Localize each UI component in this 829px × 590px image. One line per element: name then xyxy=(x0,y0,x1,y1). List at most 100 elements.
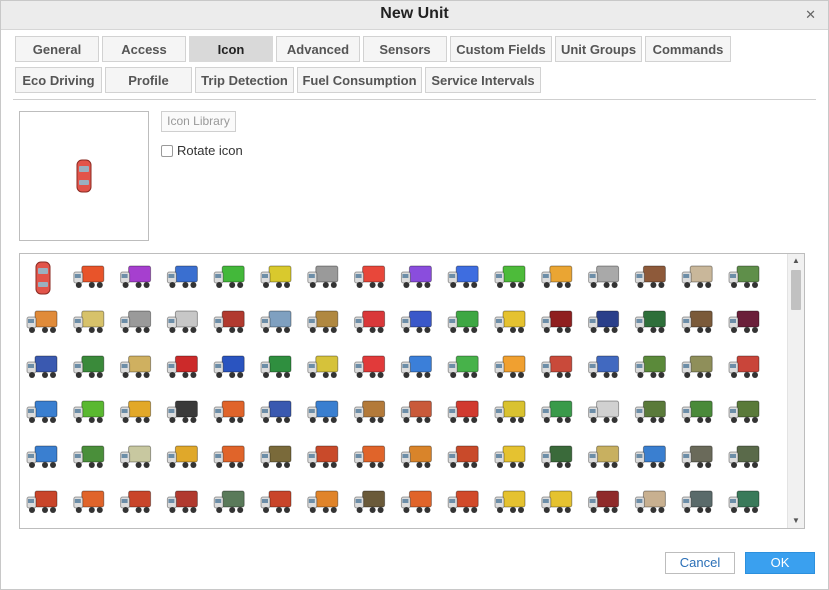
truck-icon[interactable] xyxy=(26,445,58,468)
truck-icon[interactable] xyxy=(447,355,479,378)
tab-custom-fields[interactable]: Custom Fields xyxy=(450,36,552,62)
truck-icon[interactable] xyxy=(26,355,58,378)
truck-icon[interactable] xyxy=(681,265,713,288)
truck-icon[interactable] xyxy=(447,490,479,513)
rotate-icon-option[interactable]: Rotate icon xyxy=(161,143,243,158)
truck-icon[interactable] xyxy=(26,490,58,513)
truck-icon[interactable] xyxy=(73,400,105,423)
close-icon[interactable]: ✕ xyxy=(805,7,816,23)
tab-commands[interactable]: Commands xyxy=(645,36,731,62)
truck-icon[interactable] xyxy=(728,400,760,423)
truck-icon[interactable] xyxy=(634,400,666,423)
tab-trip-detection[interactable]: Trip Detection xyxy=(195,67,294,93)
truck-icon[interactable] xyxy=(681,490,713,513)
truck-icon[interactable] xyxy=(307,310,339,333)
truck-icon[interactable] xyxy=(354,490,386,513)
scrollbar-thumb[interactable] xyxy=(791,270,801,310)
truck-icon[interactable] xyxy=(494,490,526,513)
truck-icon[interactable] xyxy=(260,445,292,468)
cancel-button[interactable]: Cancel xyxy=(665,552,735,574)
car-icon[interactable] xyxy=(35,261,51,295)
truck-icon[interactable] xyxy=(541,445,573,468)
truck-icon[interactable] xyxy=(73,445,105,468)
truck-icon[interactable] xyxy=(120,265,152,288)
tab-advanced[interactable]: Advanced xyxy=(276,36,360,62)
truck-icon[interactable] xyxy=(541,400,573,423)
truck-icon[interactable] xyxy=(26,310,58,333)
truck-icon[interactable] xyxy=(260,400,292,423)
truck-icon[interactable] xyxy=(213,400,245,423)
truck-icon[interactable] xyxy=(354,400,386,423)
truck-icon[interactable] xyxy=(400,310,432,333)
tab-unit-groups[interactable]: Unit Groups xyxy=(555,36,642,62)
truck-icon[interactable] xyxy=(681,355,713,378)
truck-icon[interactable] xyxy=(213,265,245,288)
truck-icon[interactable] xyxy=(681,310,713,333)
tab-icon[interactable]: Icon xyxy=(189,36,273,62)
truck-icon[interactable] xyxy=(634,445,666,468)
truck-icon[interactable] xyxy=(728,310,760,333)
truck-icon[interactable] xyxy=(213,310,245,333)
truck-icon[interactable] xyxy=(447,400,479,423)
truck-icon[interactable] xyxy=(588,400,620,423)
tab-profile[interactable]: Profile xyxy=(105,67,192,93)
truck-icon[interactable] xyxy=(541,265,573,288)
truck-icon[interactable] xyxy=(634,355,666,378)
truck-icon[interactable] xyxy=(634,490,666,513)
truck-icon[interactable] xyxy=(307,445,339,468)
truck-icon[interactable] xyxy=(354,445,386,468)
truck-icon[interactable] xyxy=(588,490,620,513)
truck-icon[interactable] xyxy=(541,355,573,378)
truck-icon[interactable] xyxy=(400,490,432,513)
icon-library-button[interactable]: Icon Library xyxy=(161,111,236,132)
truck-icon[interactable] xyxy=(400,445,432,468)
truck-icon[interactable] xyxy=(400,400,432,423)
truck-icon[interactable] xyxy=(166,310,198,333)
truck-icon[interactable] xyxy=(213,355,245,378)
truck-icon[interactable] xyxy=(447,310,479,333)
truck-icon[interactable] xyxy=(120,490,152,513)
truck-icon[interactable] xyxy=(634,265,666,288)
truck-icon[interactable] xyxy=(213,445,245,468)
truck-icon[interactable] xyxy=(588,265,620,288)
truck-icon[interactable] xyxy=(120,355,152,378)
truck-icon[interactable] xyxy=(260,355,292,378)
truck-icon[interactable] xyxy=(307,490,339,513)
truck-icon[interactable] xyxy=(166,400,198,423)
truck-icon[interactable] xyxy=(166,355,198,378)
rotate-icon-checkbox[interactable] xyxy=(161,144,173,157)
truck-icon[interactable] xyxy=(494,265,526,288)
gallery-scrollbar[interactable]: ▲ ▼ xyxy=(787,254,804,528)
truck-icon[interactable] xyxy=(73,310,105,333)
truck-icon[interactable] xyxy=(588,445,620,468)
truck-icon[interactable] xyxy=(354,310,386,333)
tab-service-intervals[interactable]: Service Intervals xyxy=(425,67,541,93)
truck-icon[interactable] xyxy=(447,445,479,468)
truck-icon[interactable] xyxy=(354,355,386,378)
tab-sensors[interactable]: Sensors xyxy=(363,36,447,62)
truck-icon[interactable] xyxy=(681,445,713,468)
truck-icon[interactable] xyxy=(26,400,58,423)
truck-icon[interactable] xyxy=(260,310,292,333)
truck-icon[interactable] xyxy=(73,355,105,378)
truck-icon[interactable] xyxy=(728,490,760,513)
truck-icon[interactable] xyxy=(120,310,152,333)
truck-icon[interactable] xyxy=(634,310,666,333)
truck-icon[interactable] xyxy=(728,265,760,288)
truck-icon[interactable] xyxy=(681,400,713,423)
truck-icon[interactable] xyxy=(728,355,760,378)
truck-icon[interactable] xyxy=(728,445,760,468)
truck-icon[interactable] xyxy=(541,490,573,513)
scroll-up-icon[interactable]: ▲ xyxy=(788,254,804,268)
truck-icon[interactable] xyxy=(494,355,526,378)
truck-icon[interactable] xyxy=(400,265,432,288)
truck-icon[interactable] xyxy=(307,265,339,288)
truck-icon[interactable] xyxy=(494,310,526,333)
truck-icon[interactable] xyxy=(400,355,432,378)
truck-icon[interactable] xyxy=(166,490,198,513)
truck-icon[interactable] xyxy=(120,445,152,468)
ok-button[interactable]: OK xyxy=(745,552,815,574)
tab-eco-driving[interactable]: Eco Driving xyxy=(15,67,102,93)
tab-fuel-consumption[interactable]: Fuel Consumption xyxy=(297,67,422,93)
truck-icon[interactable] xyxy=(354,265,386,288)
